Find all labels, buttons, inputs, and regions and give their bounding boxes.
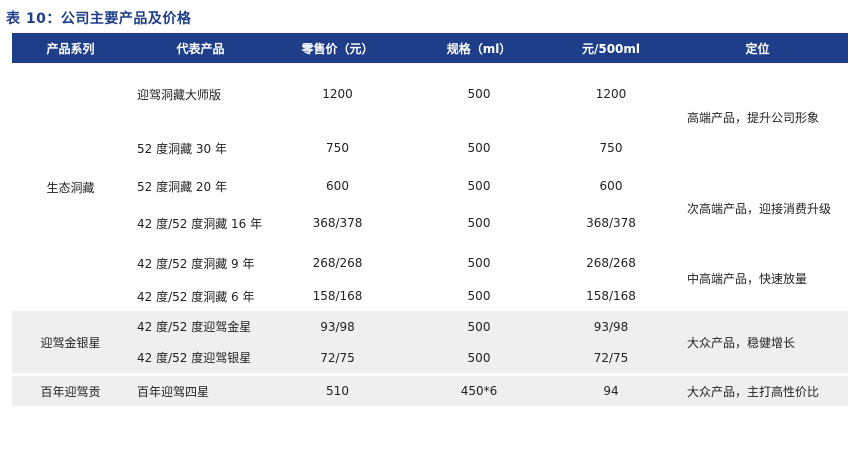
product-cell: 百年迎驾四星 <box>137 384 210 399</box>
price-cell: 510 <box>326 384 349 398</box>
header-spec: 规格（ml） <box>446 41 512 56</box>
header-price: 零售价（元） <box>301 41 374 56</box>
spec-cell: 500 <box>467 179 491 193</box>
header-per500: 元/500ml <box>581 41 641 56</box>
series-cell: 百年迎驾贡 <box>40 384 101 399</box>
per500-cell: 158/168 <box>586 289 636 303</box>
header-positioning: 定位 <box>745 41 770 56</box>
per500-cell: 600 <box>599 179 623 193</box>
positioning-cell: 大众产品，主打高性价比 <box>687 384 820 399</box>
table-row: 42 度/52 度洞藏 9 年 268/268 500 268/268 中高端产… <box>12 245 848 286</box>
per500-cell: 72/75 <box>593 350 629 365</box>
per500-cell: 94 <box>603 384 619 398</box>
price-cell: 1200 <box>322 87 353 101</box>
positioning-cell: 中高端产品，快速放量 <box>687 271 808 286</box>
product-cell: 52 度洞藏 30 年 <box>137 141 227 156</box>
positioning-cell: 大众产品，稳健增长 <box>687 335 796 350</box>
header-series: 产品系列 <box>46 41 95 56</box>
table-row: 迎驾金银星 42 度/52 度迎驾金星 93/98 500 93/98 大众产品… <box>12 311 848 350</box>
series-cell: 迎驾金银星 <box>40 335 101 350</box>
spec-cell: 500 <box>467 319 491 334</box>
spec-cell: 500 <box>467 289 491 303</box>
positioning-cell: 高端产品，提升公司形象 <box>687 110 820 125</box>
spec-cell: 500 <box>467 87 491 101</box>
spec-cell: 450*6 <box>460 384 498 398</box>
product-cell: 42 度/52 度洞藏 16 年 <box>137 216 263 231</box>
product-cell: 42 度/52 度洞藏 9 年 <box>137 256 255 271</box>
table-header-row: 产品系列 代表产品 零售价（元） 规格（ml） 元/500ml 定位 <box>12 33 848 63</box>
table-row: 百年迎驾贡 百年迎驾四星 510 450*6 94 大众产品，主打高性价比 <box>12 376 848 406</box>
product-cell: 52 度洞藏 20 年 <box>137 179 227 194</box>
per500-cell: 93/98 <box>593 319 629 334</box>
product-cell: 迎驾洞藏大师版 <box>137 87 222 102</box>
product-cell: 42 度/52 度洞藏 6 年 <box>137 289 255 304</box>
per500-cell: 750 <box>599 141 623 155</box>
spec-cell: 500 <box>467 350 491 365</box>
table-caption: 表 10：公司主要产品及价格 <box>6 11 192 27</box>
table-row: 生态洞藏 迎驾洞藏大师版 1200 500 1200 高端产品，提升公司形象 <box>12 63 848 195</box>
product-cell: 42 度/52 度迎驾金星 <box>137 320 252 334</box>
price-cell: 158/168 <box>312 289 363 303</box>
product-cell: 42 度/52 度迎驾银星 <box>137 351 252 365</box>
series-cell: 生态洞藏 <box>46 180 95 195</box>
price-cell: 93/98 <box>320 319 355 334</box>
table-row: 52 度洞藏 20 年 600 500 600 次高端产品，迎接消费升级 <box>12 171 848 216</box>
price-cell: 600 <box>326 179 349 193</box>
price-cell: 750 <box>326 141 349 155</box>
spec-cell: 500 <box>467 216 491 230</box>
price-cell: 368/378 <box>312 216 363 230</box>
price-cell: 268/268 <box>312 256 363 270</box>
per500-cell: 268/268 <box>586 256 636 270</box>
per500-cell: 368/378 <box>586 216 636 230</box>
price-cell: 72/75 <box>320 350 355 365</box>
positioning-cell: 次高端产品，迎接消费升级 <box>687 201 832 216</box>
per500-cell: 1200 <box>595 87 627 101</box>
header-product: 代表产品 <box>176 41 225 56</box>
spec-cell: 500 <box>467 141 491 155</box>
product-price-table: 产品系列 代表产品 零售价（元） 规格（ml） 元/500ml 定位 生态洞藏 … <box>12 33 848 406</box>
spec-cell: 500 <box>467 256 491 270</box>
